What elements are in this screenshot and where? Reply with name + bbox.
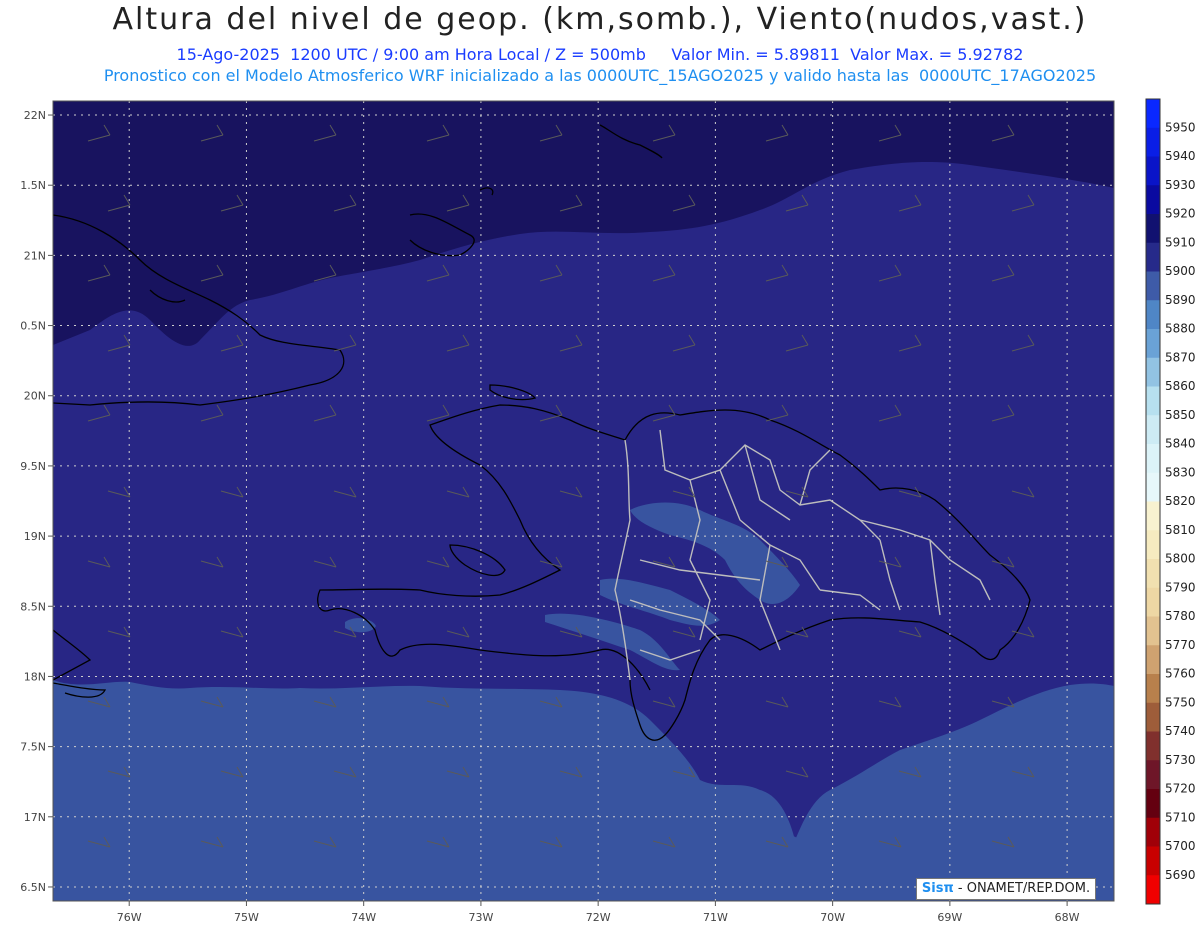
colorbar-label: 5730 (1165, 753, 1196, 767)
credit-box: Sisπ - ONAMET/REP.DOM. (916, 878, 1096, 900)
geopotential-field (53, 101, 1114, 901)
colorbar-label: 5870 (1165, 350, 1196, 364)
colorbar-swatch (1146, 674, 1160, 704)
lon-tick-label: 74W (351, 911, 376, 924)
colorbar-swatch (1146, 444, 1160, 474)
colorbar-label: 5760 (1165, 667, 1196, 681)
colorbar-swatch (1146, 731, 1160, 761)
colorbar-swatch (1146, 875, 1160, 905)
colorbar-label: 5810 (1165, 523, 1196, 537)
map-subtitle-model: Pronostico con el Modelo Atmosferico WRF… (103, 66, 1097, 85)
lon-tick-label: 71W (703, 911, 728, 924)
colorbar-label: 5770 (1165, 638, 1196, 652)
colorbar-swatch (1146, 185, 1160, 215)
lon-tick-label: 70W (820, 911, 845, 924)
colorbar-swatch (1146, 472, 1160, 502)
map-subtitle-validity: 15-Ago-2025 1200 UTC / 9:00 am Hora Loca… (176, 45, 1024, 64)
colorbar-swatch (1146, 760, 1160, 790)
map-title: Altura del nivel de geop. (km,somb.), Vi… (112, 2, 1088, 37)
colorbar-label: 5750 (1165, 695, 1196, 709)
colorbar-label: 5710 (1165, 810, 1196, 824)
colorbar-label: 5700 (1165, 839, 1196, 853)
colorbar-swatch (1146, 702, 1160, 732)
lon-tick-label: 68W (1055, 911, 1080, 924)
colorbar-swatch (1146, 242, 1160, 272)
colorbar-label: 5890 (1165, 293, 1196, 307)
colorbar-swatch (1146, 846, 1160, 876)
colorbar-label: 5830 (1165, 465, 1196, 479)
colorbar-swatch (1146, 99, 1160, 129)
colorbar-label: 5850 (1165, 408, 1196, 422)
colorbar: 5950 5940 5930 5920 5910 5900 5890 5880 5870 5860… (1145, 98, 1196, 905)
colorbar-label: 5930 (1165, 178, 1196, 192)
colorbar-label: 5860 (1165, 379, 1196, 393)
lat-tick-label: 0.5N (20, 320, 46, 333)
colorbar-swatch (1146, 587, 1160, 617)
lat-tick-label: 18N (24, 670, 46, 683)
lon-tick-label: 75W (234, 911, 259, 924)
colorbar-label: 5740 (1165, 724, 1196, 738)
lon-tick-label: 73W (468, 911, 493, 924)
colorbar-label: 5880 (1165, 322, 1196, 336)
colorbar-label: 5820 (1165, 494, 1196, 508)
lat-tick-label: 1.5N (20, 179, 46, 192)
colorbar-label: 5840 (1165, 437, 1196, 451)
lat-tick-label: 8.5N (20, 600, 46, 613)
lon-tick-label: 72W (586, 911, 611, 924)
colorbar-label: 5800 (1165, 552, 1196, 566)
lon-tick-label: 76W (117, 911, 142, 924)
colorbar-swatch (1146, 329, 1160, 359)
sispi-logo: Sisπ (921, 881, 954, 896)
colorbar-swatch (1146, 789, 1160, 819)
lon-tick-label: 69W (937, 911, 962, 924)
colorbar-label: 5950 (1165, 120, 1196, 134)
colorbar-swatch (1146, 817, 1160, 847)
lat-tick-label: 20N (24, 390, 46, 403)
credit-text: - ONAMET/REP.DOM. (953, 881, 1091, 896)
colorbar-swatch (1146, 559, 1160, 589)
lat-tick-label: 7.5N (20, 741, 46, 754)
lat-tick-label: 21N (24, 249, 46, 262)
colorbar-label: 5720 (1165, 782, 1196, 796)
colorbar-swatch (1146, 300, 1160, 330)
colorbar-label: 5900 (1165, 264, 1196, 278)
colorbar-swatch (1146, 386, 1160, 416)
colorbar-label: 5780 (1165, 609, 1196, 623)
lat-tick-label: 6.5N (20, 881, 46, 894)
colorbar-label: 5940 (1165, 149, 1196, 163)
colorbar-swatch (1146, 501, 1160, 531)
latitude-axis: 22N 1.5N 21N 0.5N 20N 9.5N 19N 8.5N 18N 7.5N 17N 6.… (20, 109, 53, 894)
colorbar-swatch (1146, 616, 1160, 646)
colorbar-swatch (1146, 645, 1160, 675)
colorbar-swatch (1146, 357, 1160, 387)
colorbar-label: 5910 (1165, 235, 1196, 249)
longitude-axis: 76W 75W 74W 73W 72W 71W 70W 69W 68W (117, 901, 1080, 924)
lat-tick-label: 9.5N (20, 460, 46, 473)
colorbar-swatch (1146, 127, 1160, 157)
colorbar-swatch (1146, 214, 1160, 244)
colorbar-swatch (1146, 156, 1160, 186)
colorbar-swatch (1146, 530, 1160, 560)
colorbar-label: 5690 (1165, 868, 1196, 882)
lat-tick-label: 17N (24, 811, 46, 824)
colorbar-swatch (1146, 271, 1160, 301)
colorbar-swatch (1146, 415, 1160, 445)
lat-tick-label: 19N (24, 530, 46, 543)
forecast-map: 22N 1.5N 21N 0.5N 20N 9.5N 19N 8.5N 18N 7.5N 17N 6.… (20, 98, 1196, 924)
lat-tick-label: 22N (24, 109, 46, 122)
colorbar-label: 5920 (1165, 207, 1196, 221)
colorbar-label: 5790 (1165, 580, 1196, 594)
